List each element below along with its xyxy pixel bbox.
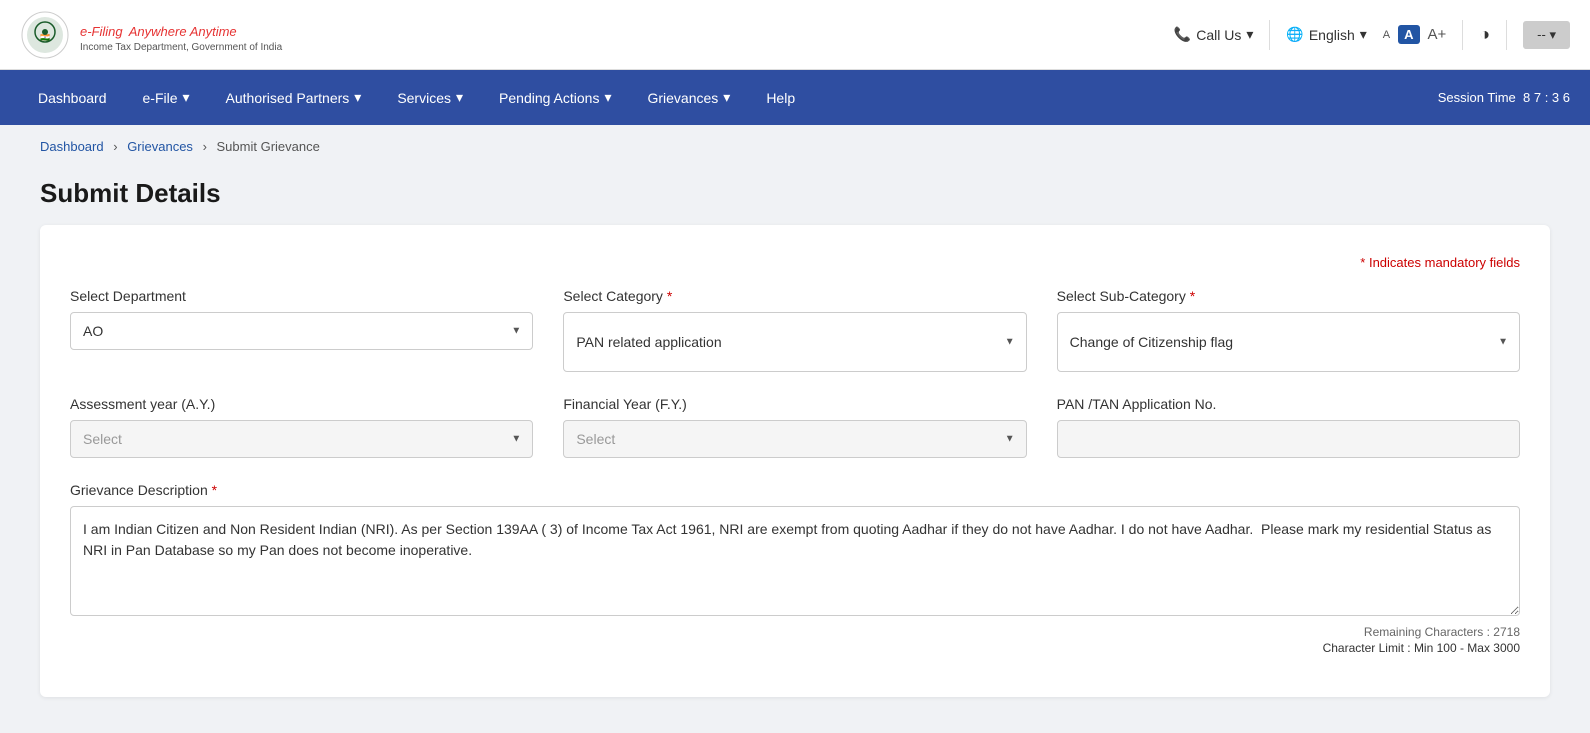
pan-tan-group: PAN /TAN Application No. [1057,396,1520,458]
nav-item-grievances[interactable]: Grievances ▾ [629,70,748,125]
header: 🇮🇳 e-Filing Anywhere Anytime Income Tax … [0,0,1590,70]
font-large-button[interactable]: A+ [1428,26,1447,43]
pan-tan-input[interactable] [1057,420,1520,458]
user-label: -- [1537,27,1546,42]
select-subcategory-wrapper: Change of Citizenship flag [1057,312,1520,372]
font-controls: A A A+ [1383,25,1447,44]
breadcrumb-sep-2: › [203,139,211,154]
grievance-description-textarea[interactable]: I am Indian Citizen and Non Resident Ind… [70,506,1520,616]
financial-year-select[interactable]: Select [563,420,1026,458]
breadcrumb-sep-1: › [113,139,121,154]
efile-dropdown-icon: ▾ [183,89,190,106]
assessment-year-select[interactable]: Select [70,420,533,458]
nav-item-authorised-partners[interactable]: Authorised Partners ▾ [208,70,380,125]
nav-item-pending-actions[interactable]: Pending Actions ▾ [481,70,629,125]
pending-dropdown-icon: ▾ [604,89,611,106]
auth-partners-dropdown-icon: ▾ [354,89,361,106]
nav-grievances-label: Grievances [647,90,718,106]
select-subcategory[interactable]: Change of Citizenship flag [1057,312,1520,372]
logo-title-text: e-Filing [80,24,123,39]
grievance-desc-req: * [212,482,217,498]
logo-text: e-Filing Anywhere Anytime Income Tax Dep… [80,16,282,53]
call-us-button[interactable]: 📞 Call Us ▾ [1174,26,1254,43]
form-card: * Indicates mandatory fields Select Depa… [40,225,1550,697]
session-value: 8 7 : 3 6 [1523,90,1570,105]
form-row-2: Assessment year (A.Y.) Select Financial … [70,396,1520,458]
select-subcategory-group: Select Sub-Category * Change of Citizens… [1057,288,1520,372]
select-category-wrapper: PAN related application [563,312,1026,372]
nav-auth-partners-label: Authorised Partners [226,90,350,106]
select-category-label-text: Select Category [563,288,663,304]
nav-efile-label: e-File [143,90,178,106]
financial-year-label: Financial Year (F.Y.) [563,396,1026,412]
user-menu-button[interactable]: -- ▾ [1523,21,1570,49]
char-limit: Character Limit : Min 100 - Max 3000 [70,641,1520,655]
font-medium-button[interactable]: A [1398,25,1419,44]
select-subcategory-label-text: Select Sub-Category [1057,288,1186,304]
remaining-chars: Remaining Characters : 2718 [70,625,1520,639]
select-department-label: Select Department [70,288,533,304]
breadcrumb-dashboard[interactable]: Dashboard [40,139,104,154]
nav-item-help[interactable]: Help [748,70,813,125]
select-department-wrapper: AO [70,312,533,350]
financial-year-wrapper: Select [563,420,1026,458]
select-category-req: * [667,288,672,304]
logo-title: e-Filing Anywhere Anytime [80,16,282,42]
services-dropdown-icon: ▾ [456,89,463,106]
session-label: Session Time [1438,90,1516,105]
main-content: Submit Details * Indicates mandatory fie… [0,168,1590,727]
select-subcategory-req: * [1190,288,1195,304]
contrast-button[interactable]: ◑ [1479,24,1490,45]
logo-subtitle: Income Tax Department, Government of Ind… [80,42,282,53]
select-department-group: Select Department AO [70,288,533,372]
nav-help-label: Help [766,90,795,106]
nav-item-dashboard[interactable]: Dashboard [20,70,125,125]
mandatory-note: * Indicates mandatory fields [70,255,1520,270]
lang-dropdown-icon: ▾ [1360,26,1367,43]
select-category-group: Select Category * PAN related applicatio… [563,288,1026,372]
session-time: Session Time 8 7 : 3 6 [1438,90,1570,105]
font-small-button[interactable]: A [1383,29,1390,41]
breadcrumb: Dashboard › Grievances › Submit Grievanc… [0,125,1590,168]
grievance-desc-label: Grievance Description * [70,482,1520,498]
page-title: Submit Details [40,178,1550,209]
language-label: English [1309,27,1355,43]
grievance-desc-label-text: Grievance Description [70,482,208,498]
assessment-year-group: Assessment year (A.Y.) Select [70,396,533,458]
assessment-year-label: Assessment year (A.Y.) [70,396,533,412]
nav-item-services[interactable]: Services ▾ [379,70,481,125]
nav-dashboard-label: Dashboard [38,90,107,106]
breadcrumb-grievances[interactable]: Grievances [127,139,193,154]
assessment-year-wrapper: Select [70,420,533,458]
nav-services-label: Services [397,90,451,106]
breadcrumb-current: Submit Grievance [217,139,320,154]
select-category[interactable]: PAN related application [563,312,1026,372]
select-department[interactable]: AO [70,312,533,350]
nav-pending-label: Pending Actions [499,90,599,106]
call-us-label: Call Us [1196,27,1241,43]
select-category-label: Select Category * [563,288,1026,304]
emblem-icon: 🇮🇳 [20,10,70,60]
financial-year-group: Financial Year (F.Y.) Select [563,396,1026,458]
grievance-description-group: Grievance Description * I am Indian Citi… [70,482,1520,655]
form-row-1: Select Department AO Select Category * P… [70,288,1520,372]
header-right: 📞 Call Us ▾ 🌐 English ▾ A A A+ ◑ -- ▾ [1174,20,1570,50]
nav-items: Dashboard e-File ▾ Authorised Partners ▾… [20,70,813,125]
phone-icon: 📞 [1174,26,1191,43]
language-selector[interactable]: 🌐 English ▾ [1286,26,1366,43]
call-us-dropdown-icon: ▾ [1246,26,1253,43]
navbar: Dashboard e-File ▾ Authorised Partners ▾… [0,70,1590,125]
logo-area: 🇮🇳 e-Filing Anywhere Anytime Income Tax … [20,10,282,60]
globe-icon: 🌐 [1286,26,1303,43]
pan-tan-label: PAN /TAN Application No. [1057,396,1520,412]
user-dropdown-icon: ▾ [1549,27,1556,42]
nav-item-efile[interactable]: e-File ▾ [125,70,208,125]
select-subcategory-label: Select Sub-Category * [1057,288,1520,304]
grievances-dropdown-icon: ▾ [723,89,730,106]
logo-tagline: Anywhere Anytime [129,24,237,39]
